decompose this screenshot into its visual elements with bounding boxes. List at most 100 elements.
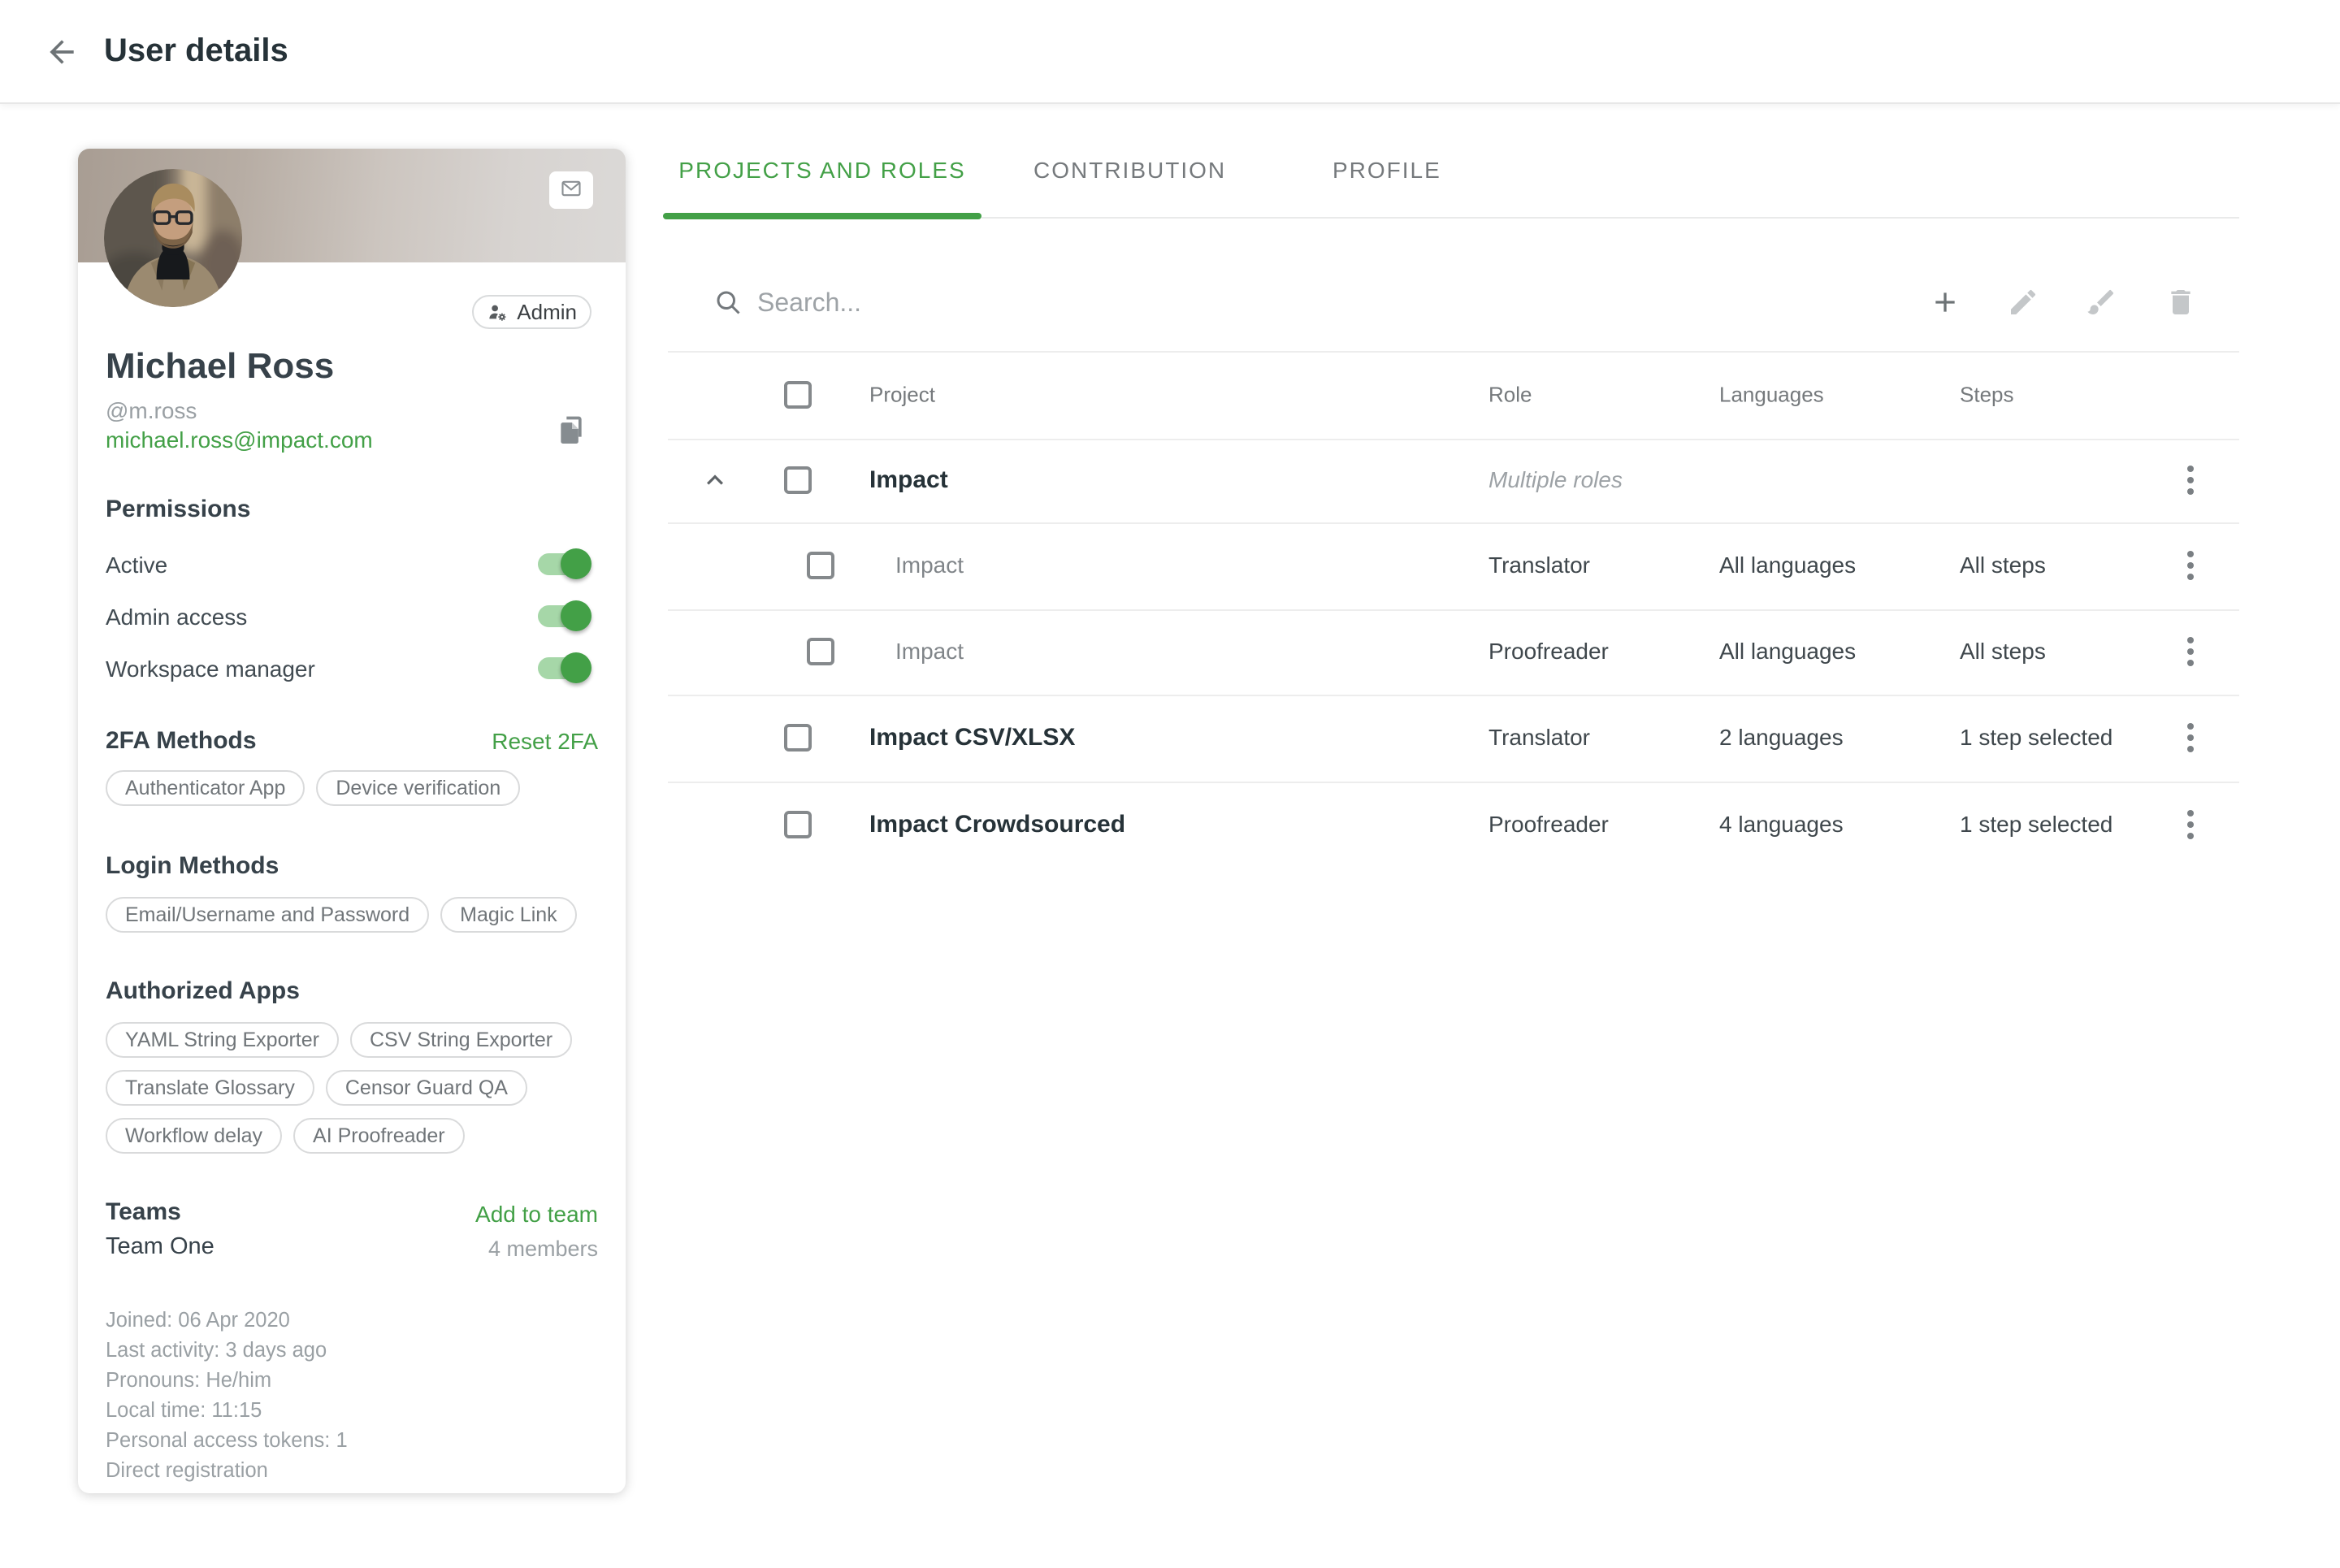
table-row-project[interactable]: Impact CSV/XLSX: [869, 724, 1075, 752]
active-tab-indicator: [663, 213, 982, 219]
detail-joined: Joined: 06 Apr 2020: [106, 1306, 348, 1336]
authorized-app-chips: YAML String Exporter CSV String Exporter…: [106, 1022, 601, 1154]
authorized-app-chip: Workflow delay: [106, 1118, 282, 1154]
table-row-languages: 2 languages: [1719, 725, 1844, 751]
twofa-chip: Device verification: [316, 770, 520, 806]
toggle-label-workspace-manager: Workspace manager: [106, 656, 315, 682]
admin-badge-label: Admin: [517, 300, 577, 325]
row-divider: [668, 695, 2239, 696]
row-checkbox[interactable]: [807, 638, 834, 665]
login-methods-title: Login Methods: [106, 852, 279, 880]
pencil-icon: [2007, 308, 2039, 322]
top-bar: User details: [0, 0, 2340, 104]
column-header-steps[interactable]: Steps: [1960, 383, 2014, 408]
clear-roles-button[interactable]: [2085, 286, 2117, 318]
search-icon: [713, 288, 743, 317]
tab-projects-and-roles[interactable]: PROJECTS AND ROLES: [663, 122, 982, 219]
table-row-languages: 4 languages: [1719, 812, 1844, 838]
team-members-count: 4 members: [488, 1237, 598, 1262]
authorized-app-chip: AI Proofreader: [293, 1118, 465, 1154]
search-divider: [668, 351, 2239, 353]
reset-2fa-link[interactable]: Reset 2FA: [492, 729, 598, 755]
toggle-admin-access[interactable]: [538, 605, 588, 627]
select-all-checkbox[interactable]: [784, 381, 812, 409]
toggle-label-admin-access: Admin access: [106, 604, 247, 630]
user-email-link[interactable]: michael.ross@impact.com: [106, 427, 373, 453]
row-menu-kebab-icon[interactable]: [2182, 546, 2199, 585]
edit-button[interactable]: [2007, 286, 2039, 318]
user-detail-list: Joined: 06 Apr 2020 Last activity: 3 day…: [106, 1306, 348, 1486]
delete-button[interactable]: [2164, 286, 2197, 318]
row-checkbox[interactable]: [784, 724, 812, 752]
toggle-active[interactable]: [538, 553, 588, 575]
user-name: Michael Ross: [106, 346, 334, 387]
table-row-steps: All steps: [1960, 639, 2046, 665]
column-header-project[interactable]: Project: [869, 383, 935, 408]
tabs-divider: [982, 217, 2239, 219]
table-row-steps: 1 step selected: [1960, 812, 2112, 838]
table-row-languages: All languages: [1719, 639, 1856, 665]
twofa-title: 2FA Methods: [106, 727, 257, 755]
twofa-chip: Authenticator App: [106, 770, 305, 806]
table-row-steps: 1 step selected: [1960, 725, 2112, 751]
page-title: User details: [104, 32, 288, 69]
detail-last-activity: Last activity: 3 days ago: [106, 1336, 348, 1366]
authorized-app-chip: Translate Glossary: [106, 1070, 314, 1106]
plus-icon: [1929, 308, 1961, 322]
detail-local-time: Local time: 11:15: [106, 1396, 348, 1426]
table-row-project[interactable]: Impact: [895, 552, 964, 578]
header-divider: [668, 439, 2239, 440]
row-menu-kebab-icon[interactable]: [2182, 632, 2199, 671]
login-method-chips: Email/Username and Password Magic Link: [106, 897, 601, 933]
row-checkbox[interactable]: [807, 552, 834, 579]
column-header-languages[interactable]: Languages: [1719, 383, 1824, 408]
chevron-up-icon: [699, 486, 731, 500]
table-row-role: Proofreader: [1488, 639, 1609, 665]
avatar: [104, 169, 242, 307]
detail-registration: Direct registration: [106, 1456, 348, 1486]
person-gear-icon: [487, 301, 509, 323]
brush-icon: [2085, 308, 2117, 322]
table-row-project[interactable]: Impact Crowdsourced: [869, 811, 1125, 838]
collapse-group-button[interactable]: [699, 464, 731, 496]
tab-profile[interactable]: PROFILE: [1332, 122, 1441, 219]
login-method-chip: Email/Username and Password: [106, 897, 429, 933]
row-checkbox[interactable]: [784, 466, 812, 494]
twofa-chips: Authenticator App Device verification: [106, 770, 601, 806]
back-arrow-icon[interactable]: [44, 34, 80, 70]
team-name: Team One: [106, 1233, 214, 1260]
table-row-role: Translator: [1488, 552, 1590, 578]
row-divider: [668, 782, 2239, 783]
table-row-project[interactable]: Impact: [869, 466, 948, 494]
search-input[interactable]: [757, 281, 1732, 323]
envelope-icon: [560, 177, 583, 204]
row-checkbox[interactable]: [784, 811, 812, 838]
user-card: Admin Michael Ross @m.ross michael.ross@…: [78, 149, 626, 1493]
authorized-app-chip: Censor Guard QA: [326, 1070, 527, 1106]
table-row-project[interactable]: Impact: [895, 639, 964, 665]
user-details-page: User details: [0, 0, 2340, 1568]
row-menu-kebab-icon[interactable]: [2182, 805, 2199, 844]
copy-email-button[interactable]: [556, 414, 588, 449]
login-method-chip: Magic Link: [440, 897, 577, 933]
row-menu-kebab-icon[interactable]: [2182, 718, 2199, 757]
trash-icon: [2164, 308, 2197, 322]
detail-pronouns: Pronouns: He/him: [106, 1366, 348, 1396]
add-button[interactable]: [1929, 286, 1961, 318]
authorized-apps-title: Authorized Apps: [106, 977, 300, 1005]
add-to-team-link[interactable]: Add to team: [475, 1202, 598, 1228]
table-row-role: Translator: [1488, 725, 1590, 751]
toggle-label-active: Active: [106, 552, 167, 578]
table-row-languages: All languages: [1719, 552, 1856, 578]
table-row-role: Proofreader: [1488, 812, 1609, 838]
table-row-role: Multiple roles: [1488, 467, 1623, 493]
row-divider: [668, 609, 2239, 611]
tab-contribution[interactable]: CONTRIBUTION: [1034, 122, 1226, 219]
admin-badge: Admin: [472, 295, 592, 329]
authorized-app-chip: CSV String Exporter: [350, 1022, 572, 1058]
toggle-workspace-manager[interactable]: [538, 657, 588, 679]
copy-icon: [556, 414, 588, 449]
send-email-button[interactable]: [549, 171, 593, 209]
row-menu-kebab-icon[interactable]: [2182, 461, 2199, 500]
column-header-role[interactable]: Role: [1488, 383, 1532, 408]
